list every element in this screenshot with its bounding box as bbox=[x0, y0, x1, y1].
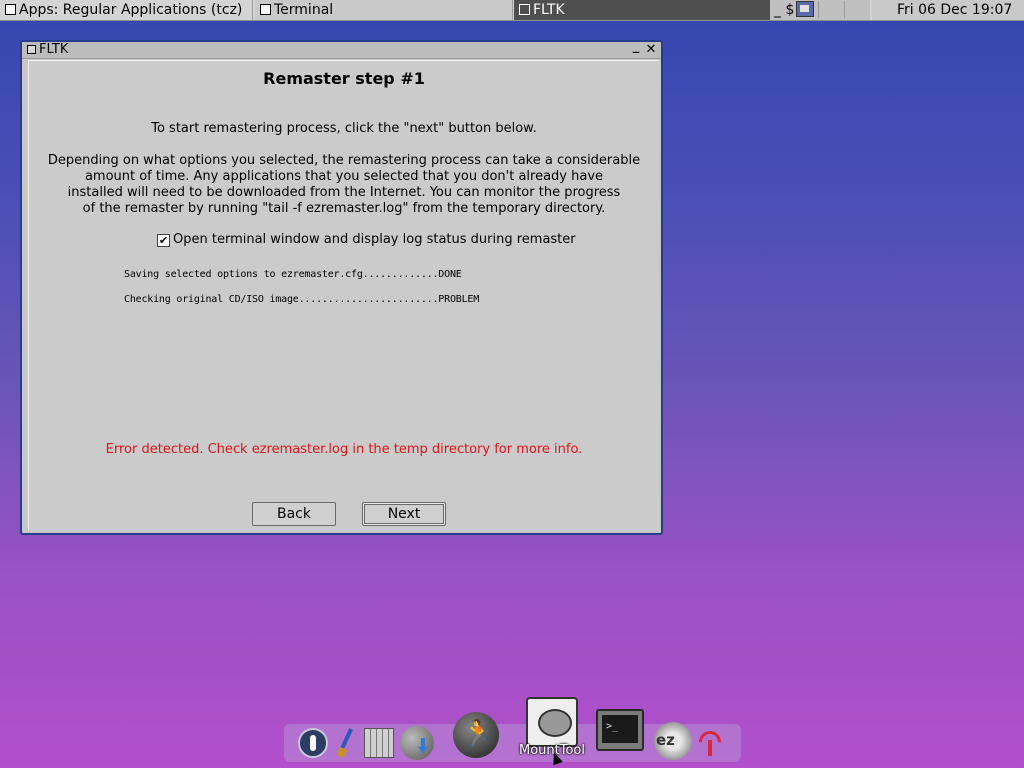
window-menu-icon[interactable] bbox=[27, 45, 36, 54]
taskbar-apps-window[interactable]: Apps: Regular Applications (tcz) bbox=[0, 0, 253, 20]
window-titlebar[interactable]: FLTK _ ✕ bbox=[22, 39, 661, 59]
description-line: of the remaster by running "tail -f ezre… bbox=[82, 201, 606, 216]
back-button[interactable]: Back bbox=[252, 502, 336, 526]
description-line: amount of time. Any applications that yo… bbox=[84, 169, 604, 184]
power-icon[interactable] bbox=[298, 728, 328, 758]
log-line: Saving selected options to ezremaster.cf… bbox=[124, 269, 462, 280]
globe-download-icon[interactable] bbox=[400, 726, 434, 760]
fltk-window: FLTK _ ✕ Remaster step #1 To start remas… bbox=[20, 39, 663, 535]
paintbrush-icon[interactable] bbox=[334, 728, 358, 760]
terminal-icon[interactable]: >_ bbox=[596, 709, 644, 751]
minimize-button[interactable]: _ bbox=[629, 39, 643, 55]
pager-desktop[interactable] bbox=[818, 1, 843, 18]
run-icon[interactable] bbox=[453, 712, 499, 758]
ez-glyph: ez bbox=[656, 731, 675, 749]
next-button[interactable]: Next bbox=[362, 502, 446, 526]
log-terminal-option[interactable]: ✔ Open terminal window and display log st… bbox=[157, 232, 576, 248]
clock: Fri 06 Dec 19:07 bbox=[872, 0, 1024, 20]
window-content: Remaster step #1 To start remastering pr… bbox=[28, 60, 659, 531]
error-message: Error detected. Check ezremaster.log in … bbox=[105, 442, 583, 457]
window-icon bbox=[5, 4, 16, 15]
description-line: Depending on what options you selected, … bbox=[47, 153, 641, 168]
tray-text: _ $ bbox=[774, 2, 795, 18]
description-paragraph: Depending on what options you selected, … bbox=[39, 153, 649, 217]
pager-active-desktop[interactable] bbox=[796, 1, 814, 17]
taskbar-terminal-window[interactable]: Terminal bbox=[255, 0, 513, 20]
taskbar-terminal-label: Terminal bbox=[274, 2, 334, 18]
terminal-prompt-glyph: >_ bbox=[606, 721, 619, 732]
window-icon bbox=[519, 4, 530, 15]
taskbar-fltk-window[interactable]: FLTK bbox=[514, 0, 770, 20]
taskbar-apps-label: Apps: Regular Applications (tcz) bbox=[19, 2, 243, 18]
mounttool-icon[interactable] bbox=[526, 697, 578, 747]
log-terminal-checkbox-label: Open terminal window and display log sta… bbox=[173, 232, 576, 247]
pager-desktop[interactable] bbox=[844, 1, 869, 18]
window-icon bbox=[260, 4, 271, 15]
close-button[interactable]: ✕ bbox=[644, 42, 658, 58]
taskbar-fltk-label: FLTK bbox=[533, 2, 565, 18]
system-tray: _ $ bbox=[770, 0, 870, 20]
wifi-icon[interactable] bbox=[696, 728, 726, 758]
apps-grid-icon[interactable] bbox=[364, 728, 394, 758]
page-title: Remaster step #1 bbox=[263, 69, 425, 88]
log-terminal-checkbox[interactable]: ✔ bbox=[157, 234, 170, 247]
description-line: installed will need to be downloaded fro… bbox=[67, 185, 621, 200]
window-title: FLTK bbox=[39, 42, 69, 57]
instruction-text: To start remastering process, click the … bbox=[151, 121, 537, 136]
ezremaster-icon[interactable]: ez bbox=[654, 722, 692, 760]
log-line: Checking original CD/ISO image..........… bbox=[124, 294, 480, 305]
taskbar: Apps: Regular Applications (tcz) Termina… bbox=[0, 0, 1024, 21]
